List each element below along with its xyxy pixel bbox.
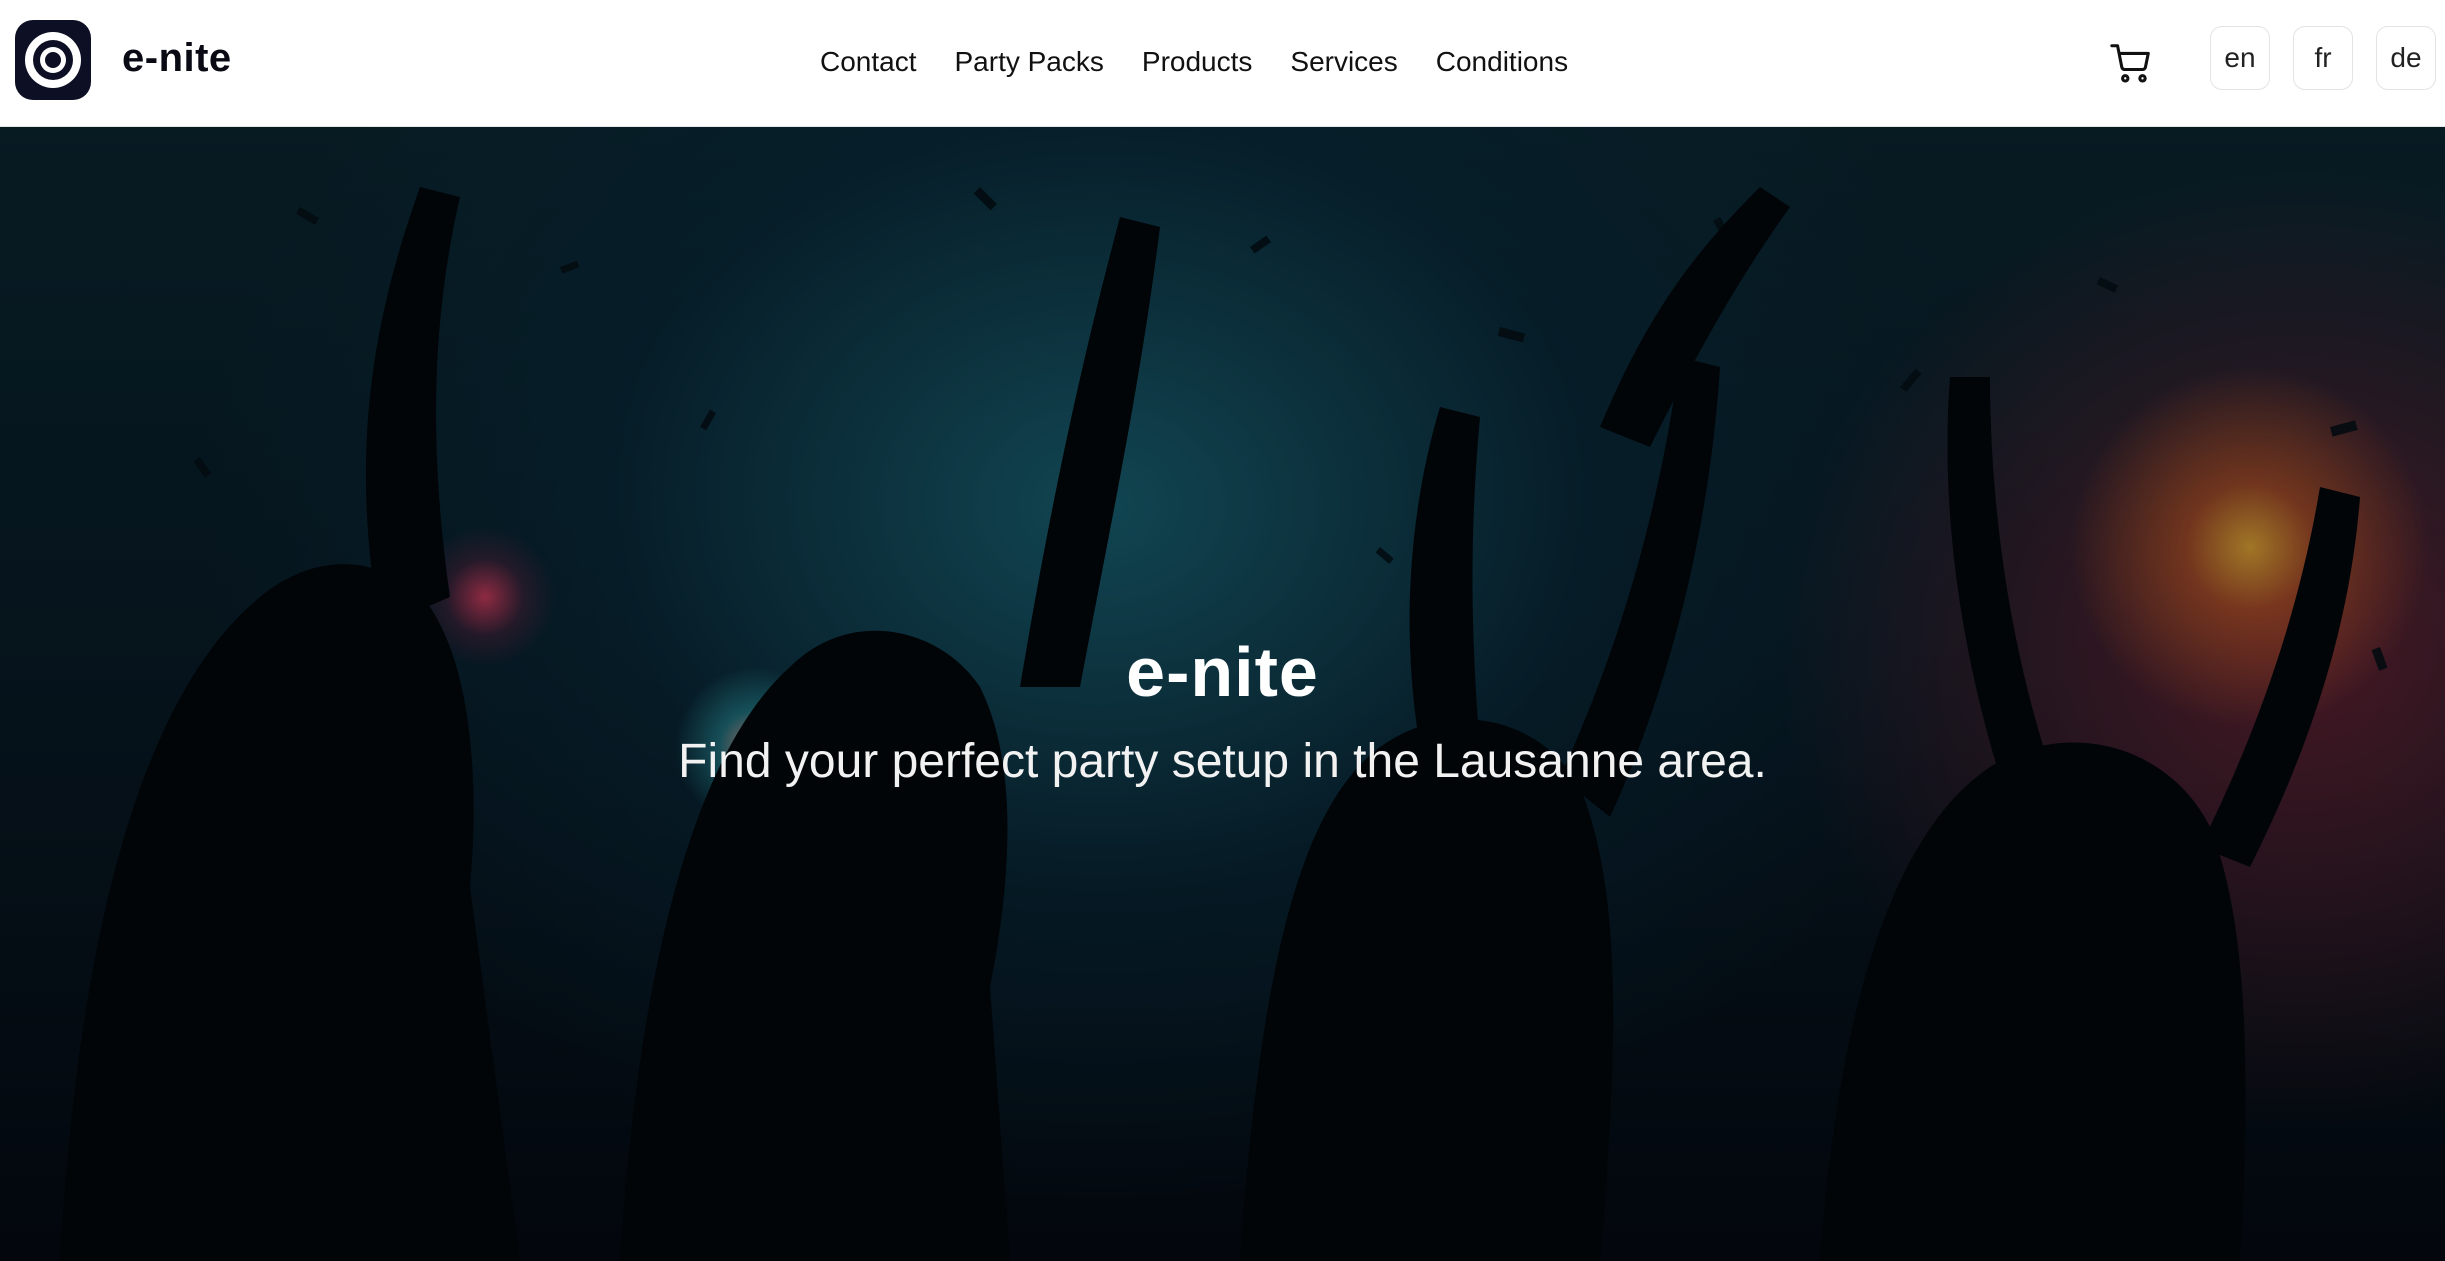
lang-de-button[interactable]: de: [2376, 26, 2436, 90]
brand-name[interactable]: e-nite: [122, 36, 232, 81]
hero-banner: e-nite Find your perfect party setup in …: [0, 127, 2445, 1261]
nav-contact[interactable]: Contact: [820, 46, 917, 78]
nav-products[interactable]: Products: [1142, 46, 1253, 78]
shopping-cart-icon[interactable]: [2108, 40, 2154, 86]
target-ring-icon[interactable]: [15, 20, 91, 100]
hero-subtitle: Find your perfect party setup in the Lau…: [678, 735, 1767, 788]
site-header: e-nite Contact Party Packs Products Serv…: [0, 0, 2445, 127]
lang-fr-button[interactable]: fr: [2293, 26, 2353, 90]
main-nav: Contact Party Packs Products Services Co…: [820, 42, 1568, 82]
lang-en-button[interactable]: en: [2210, 26, 2270, 90]
nav-conditions[interactable]: Conditions: [1436, 46, 1568, 78]
nav-services[interactable]: Services: [1290, 46, 1397, 78]
hero-title: e-nite: [1126, 633, 1319, 711]
nav-party-packs[interactable]: Party Packs: [955, 46, 1104, 78]
